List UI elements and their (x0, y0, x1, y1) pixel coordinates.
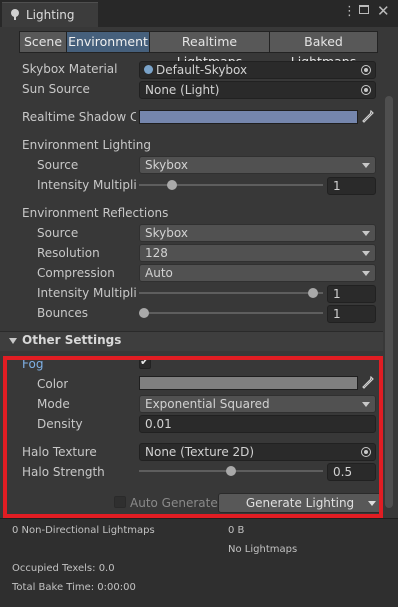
env-lighting-source-dropdown[interactable]: Skybox (139, 156, 376, 174)
object-picker-icon[interactable] (361, 65, 371, 75)
bounces-input[interactable]: 1 (327, 305, 376, 323)
realtime-shadow-color-swatch[interactable] (139, 110, 358, 124)
chevron-down-icon (362, 163, 370, 168)
env-reflections-source-label: Source (37, 226, 79, 240)
env-reflections-source-value: Skybox (145, 226, 188, 240)
close-icon[interactable]: ✕ (377, 2, 390, 20)
no-lightmaps-text: No Lightmaps (228, 544, 298, 555)
object-picker-icon[interactable] (361, 85, 371, 95)
slider-knob[interactable] (139, 308, 149, 318)
scrollbar[interactable] (385, 96, 393, 508)
material-icon (144, 65, 153, 74)
env-lighting-source-value: Skybox (145, 158, 188, 172)
sun-source-field[interactable]: None (Light) (139, 81, 376, 99)
environment-reflections-header: Environment Reflections (22, 206, 169, 220)
foldout-arrow-icon[interactable] (9, 338, 17, 344)
slider-knob[interactable] (166, 180, 177, 190)
env-reflections-source-dropdown[interactable]: Skybox (139, 224, 376, 242)
skybox-material-value: Default-Skybox (156, 63, 248, 77)
env-lighting-source-label: Source (37, 158, 79, 172)
tab-baked-lightmaps[interactable]: Baked Lightmaps (269, 31, 378, 69)
window-title: Lighting (26, 8, 75, 22)
env-reflections-intensity-input[interactable]: 1 (327, 285, 376, 303)
chevron-down-icon (362, 251, 370, 256)
other-settings-header: Other Settings (22, 333, 122, 347)
chevron-down-icon (362, 271, 370, 276)
total-bake-time: Total Bake Time: 0:00:00 (12, 582, 136, 593)
lightmap-count: 0 Non-Directional Lightmaps (12, 525, 155, 536)
sun-source-label: Sun Source (22, 82, 90, 96)
chevron-down-icon (362, 231, 370, 236)
sun-source-value: None (Light) (145, 83, 220, 97)
tab-realtime-lightmaps[interactable]: Realtime Lightmaps (149, 31, 270, 69)
env-lighting-intensity-input[interactable]: 1 (327, 177, 376, 195)
environment-lighting-header: Environment Lighting (22, 138, 151, 152)
maximize-icon[interactable] (359, 5, 369, 14)
tab-scene[interactable]: Scene (19, 31, 67, 53)
window-tab-lighting[interactable]: Lighting (2, 2, 98, 27)
skybox-material-field[interactable]: Default-Skybox (139, 61, 376, 79)
more-options-icon[interactable]: ⋮ (343, 4, 356, 19)
eyedropper-icon[interactable] (362, 109, 374, 124)
slider-knob[interactable] (307, 288, 318, 298)
resolution-label: Resolution (37, 246, 100, 260)
compression-value: Auto (145, 266, 173, 280)
skybox-material-label: Skybox Material (22, 62, 118, 76)
compression-dropdown[interactable]: Auto (139, 264, 376, 282)
resolution-value: 128 (145, 246, 168, 260)
bounces-label: Bounces (37, 306, 89, 320)
lightbulb-icon (11, 9, 19, 20)
env-reflections-intensity-slider[interactable] (139, 292, 323, 294)
env-reflections-intensity-label: Intensity Multiplie (37, 286, 137, 300)
occupied-texels: Occupied Texels: 0.0 (12, 563, 115, 574)
compression-label: Compression (37, 266, 115, 280)
realtime-shadow-color-label: Realtime Shadow Co (22, 110, 136, 124)
lightmap-size: 0 B (228, 525, 245, 536)
resolution-dropdown[interactable]: 128 (139, 244, 376, 262)
env-lighting-intensity-label: Intensity Multiplie (37, 178, 137, 192)
tab-environment[interactable]: Environment (66, 31, 150, 53)
highlight-box (3, 356, 383, 518)
bounces-slider[interactable] (139, 312, 323, 314)
